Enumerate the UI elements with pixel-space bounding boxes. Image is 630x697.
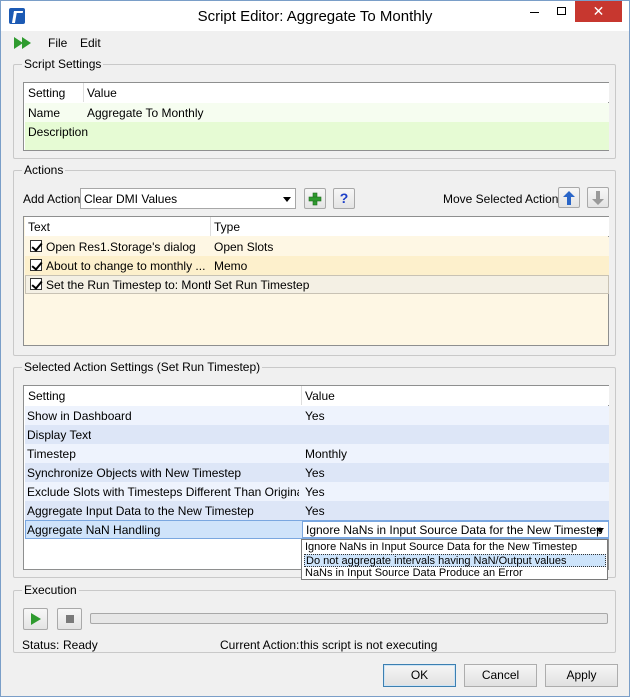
minimize-button[interactable] (521, 1, 548, 22)
table-row[interactable]: Exclude Slots with Timesteps Different T… (25, 482, 609, 501)
maximize-button[interactable] (548, 1, 575, 22)
setting-cell: Timestep (27, 447, 76, 461)
table-row[interactable]: Synchronize Objects with New Timestep Ye… (25, 463, 609, 482)
dropdown-option-highlighted[interactable]: Do not aggregate intervals having NaN/Ou… (304, 554, 606, 567)
actions-table: Text Type Open Res1.Storage's dialog Ope… (23, 216, 609, 346)
column-header-type: Type (214, 220, 241, 234)
action-type: Open Slots (214, 240, 274, 254)
table-row[interactable]: Description (25, 122, 609, 141)
column-header-setting: Setting (28, 86, 66, 100)
execution-label: Execution (22, 583, 79, 597)
plus-icon (308, 192, 322, 206)
minimize-icon (530, 12, 539, 13)
current-action-value: this script is not executing (300, 638, 438, 652)
close-button[interactable]: ✕ (575, 1, 622, 22)
action-type: Set Run Timestep (214, 278, 310, 292)
table-row[interactable]: About to change to monthly ... Memo (25, 256, 609, 275)
setting-cell: Display Text (27, 428, 92, 442)
table-row[interactable]: Display Text (25, 425, 609, 444)
setting-cell: Exclude Slots with Timesteps Different T… (27, 485, 299, 499)
nan-handling-value: Ignore NaNs in Input Source Data for the… (306, 523, 603, 537)
question-icon: ? (339, 190, 349, 206)
action-text: Open Res1.Storage's dialog (46, 240, 196, 254)
column-header-text: Text (28, 220, 51, 234)
run-button[interactable] (23, 608, 48, 630)
table-row[interactable]: Name Aggregate To Monthly (25, 103, 609, 122)
arrow-down-icon (592, 191, 604, 205)
value-cell[interactable]: Monthly (305, 447, 347, 461)
setting-cell: Show in Dashboard (27, 409, 132, 423)
setting-cell: Aggregate NaN Handling (27, 523, 161, 537)
table-header: Setting Value (25, 386, 609, 405)
table-row-selected[interactable]: Aggregate NaN Handling Ignore NaNs in In… (25, 520, 609, 539)
enabled-checkbox[interactable] (30, 240, 42, 252)
script-editor-window: Script Editor: Aggregate To Monthly ✕ Fi… (0, 0, 630, 697)
script-settings-table: Setting Value Name Aggregate To Monthly … (23, 82, 609, 151)
table-row[interactable]: Show in Dashboard Yes (25, 406, 609, 425)
value-cell[interactable]: Yes (305, 466, 325, 480)
value-cell[interactable]: Aggregate To Monthly (87, 106, 204, 120)
title-bar: Script Editor: Aggregate To Monthly ✕ (1, 1, 629, 31)
stop-icon (65, 615, 74, 623)
table-filler (25, 141, 609, 150)
column-header-value: Value (305, 389, 335, 403)
nan-handling-select[interactable]: Ignore NaNs in Input Source Data for the… (302, 521, 609, 538)
menu-file[interactable]: File (48, 36, 67, 50)
arrow-up-icon (563, 191, 575, 205)
selected-action-label: Selected Action Settings (Set Run Timest… (22, 360, 263, 374)
enabled-checkbox[interactable] (30, 278, 42, 290)
apply-button[interactable]: Apply (545, 664, 618, 687)
column-header-setting: Setting (28, 389, 66, 403)
maximize-icon (557, 7, 566, 15)
table-row[interactable]: Timestep Monthly (25, 444, 609, 463)
add-action-value: Clear DMI Values (84, 192, 178, 206)
add-action-label: Add Action (23, 192, 81, 206)
run-script-icon[interactable] (14, 37, 34, 49)
dropdown-option[interactable]: Ignore NaNs in Input Source Data for the… (304, 541, 606, 554)
current-action-label: Current Action: (220, 638, 300, 652)
table-row[interactable]: Aggregate Input Data to the New Timestep… (25, 501, 609, 520)
cancel-button[interactable]: Cancel (464, 664, 537, 687)
add-action-button[interactable] (304, 188, 326, 209)
move-up-button[interactable] (558, 187, 580, 208)
play-icon (30, 613, 41, 625)
stop-button[interactable] (57, 608, 82, 630)
nan-handling-dropdown: Ignore NaNs in Input Source Data for the… (301, 539, 608, 580)
help-button[interactable]: ? (333, 188, 355, 209)
script-settings-label: Script Settings (22, 57, 104, 71)
actions-label: Actions (22, 163, 66, 177)
ok-button[interactable]: OK (383, 664, 456, 687)
table-row-selected[interactable]: Set the Run Timestep to: Monthly Set Run… (25, 275, 609, 294)
add-action-select[interactable]: Clear DMI Values (80, 188, 296, 209)
move-down-button[interactable] (587, 187, 609, 208)
close-icon: ✕ (592, 3, 605, 19)
column-header-value: Value (87, 86, 117, 100)
move-selected-action-label: Move Selected Action: (443, 192, 562, 206)
menu-edit[interactable]: Edit (80, 36, 101, 50)
value-cell[interactable]: Yes (305, 409, 325, 423)
action-text: About to change to monthly ... (46, 259, 206, 273)
table-header: Text Type (25, 217, 609, 236)
value-cell[interactable]: Yes (305, 485, 325, 499)
status-value: Ready (63, 638, 98, 652)
execution-progress-bar (90, 613, 608, 624)
menu-bar: File Edit (2, 32, 628, 54)
setting-cell: Name (28, 106, 61, 120)
status-label: Status: (22, 638, 60, 652)
table-row[interactable]: Open Res1.Storage's dialog Open Slots (25, 237, 609, 256)
action-text: Set the Run Timestep to: Monthly (46, 278, 211, 292)
chevron-down-icon (283, 197, 291, 202)
setting-cell: Description (28, 125, 89, 139)
chevron-down-icon (596, 528, 604, 533)
dropdown-option[interactable]: NaNs in Input Source Data Produce an Err… (304, 567, 606, 580)
enabled-checkbox[interactable] (30, 259, 42, 271)
setting-cell: Synchronize Objects with New Timestep (27, 466, 242, 480)
value-cell[interactable]: Yes (305, 504, 325, 518)
table-header: Setting Value (25, 83, 609, 102)
action-type: Memo (214, 259, 248, 273)
setting-cell: Aggregate Input Data to the New Timestep (27, 504, 254, 518)
